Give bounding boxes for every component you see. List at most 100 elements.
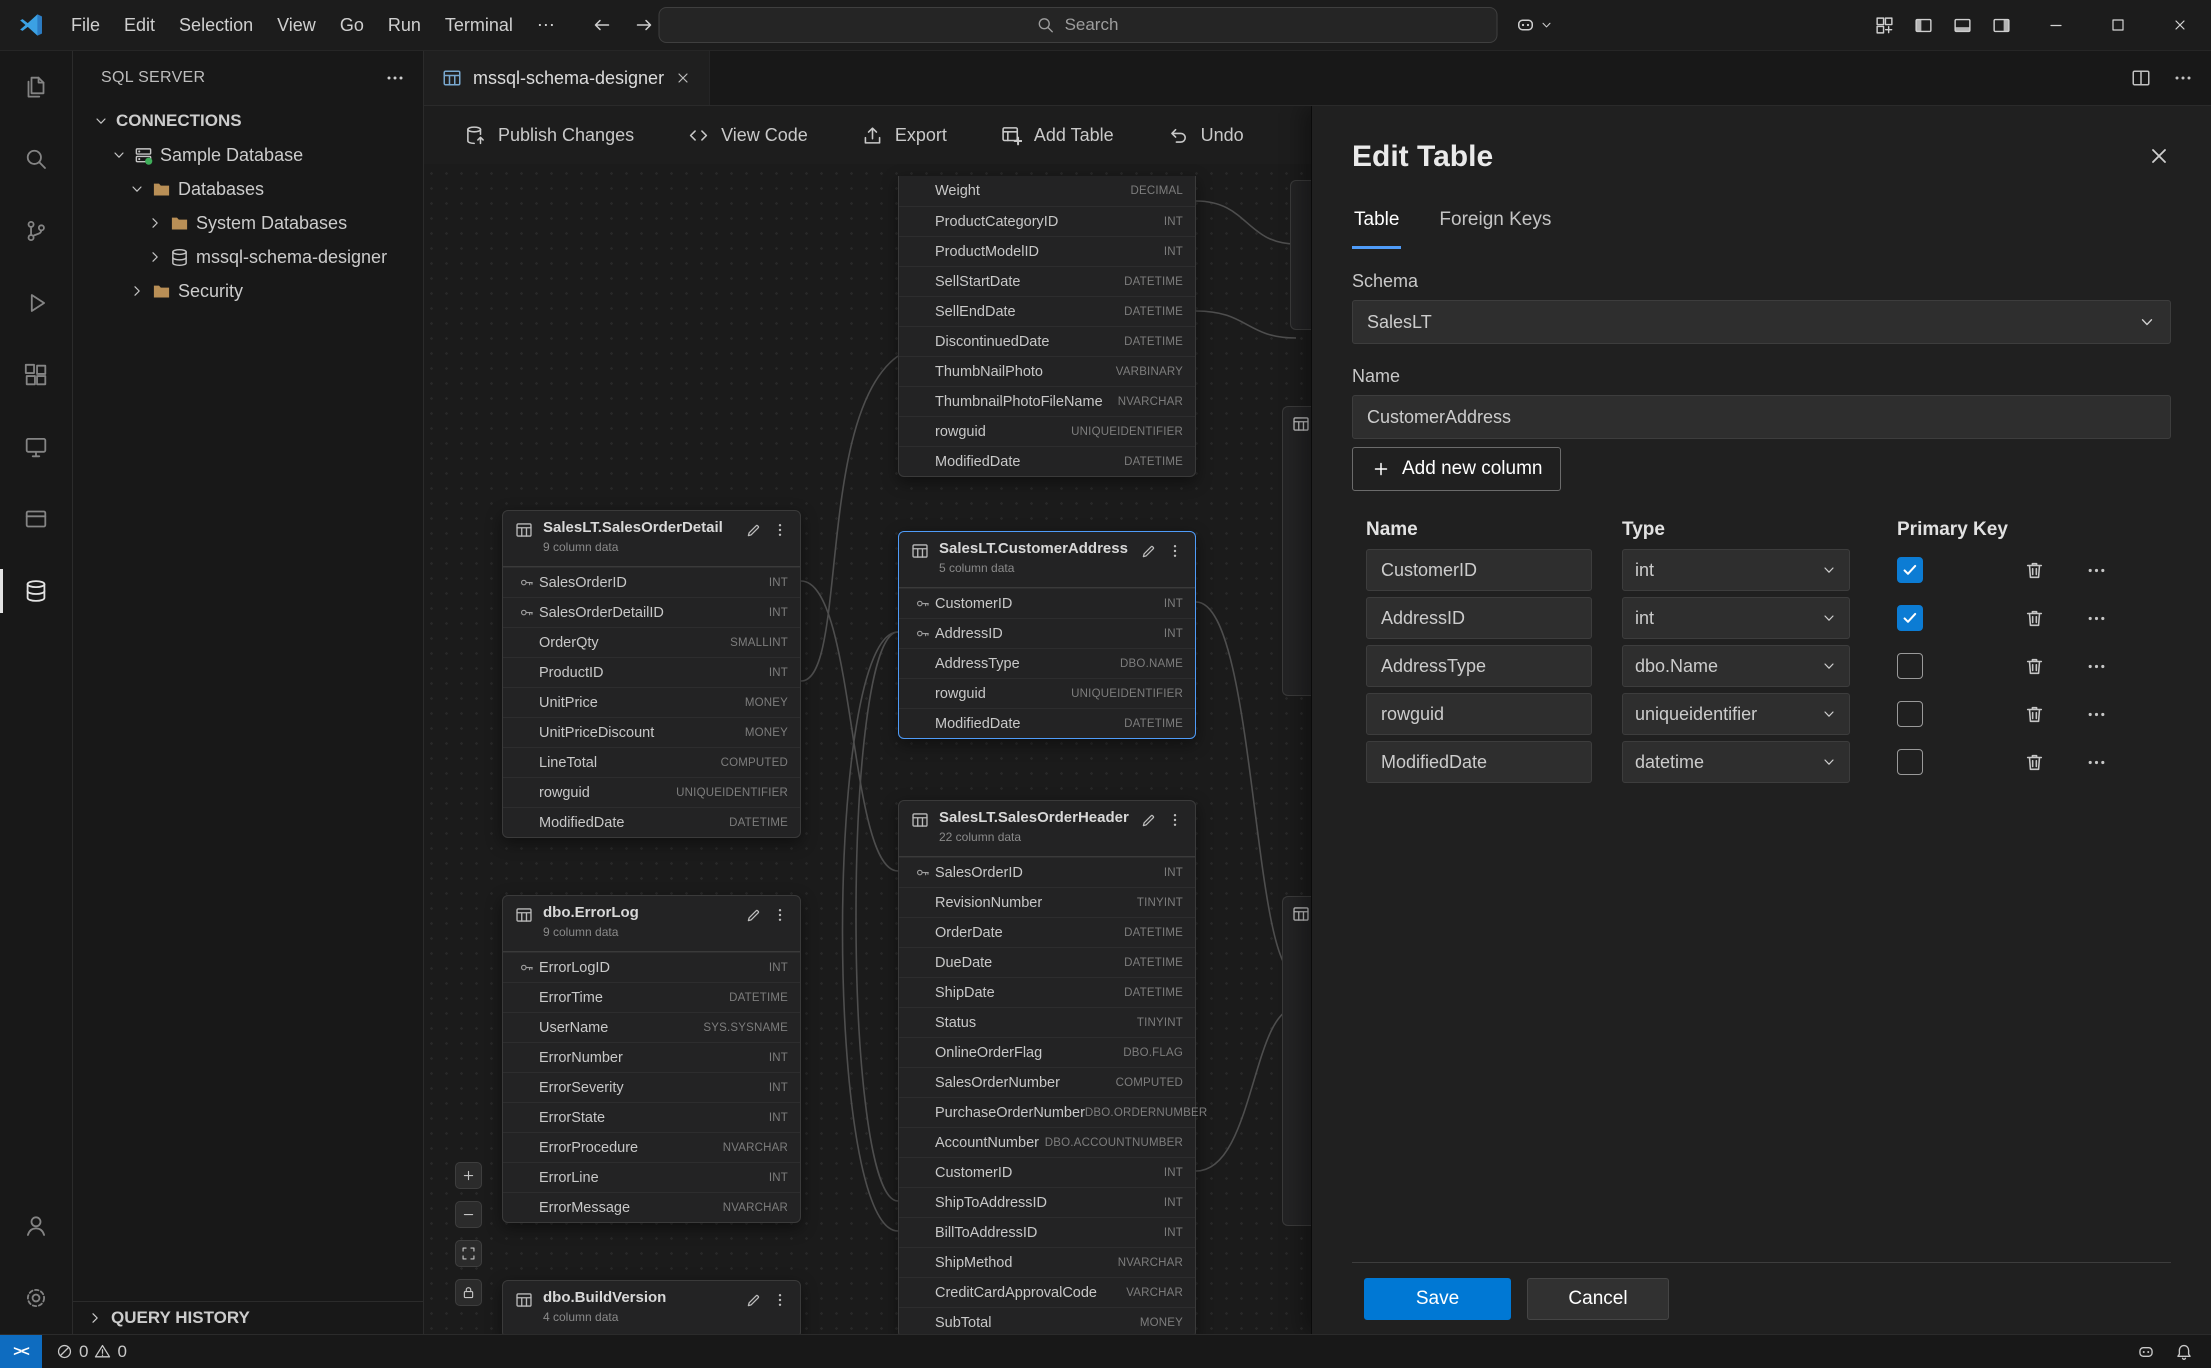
column-row[interactable]: BillToAddressIDINT (899, 1217, 1195, 1247)
activity-explorer[interactable] (0, 51, 72, 123)
column-more-button[interactable] (2081, 603, 2111, 633)
column-row[interactable]: ErrorMessageNVARCHAR (503, 1192, 800, 1222)
column-row[interactable]: CustomerIDINT (899, 1157, 1195, 1187)
column-more-button[interactable] (2081, 555, 2111, 585)
minimize-button[interactable] (2025, 0, 2087, 51)
column-more-button[interactable] (2081, 699, 2111, 729)
table-menu-icon[interactable] (772, 907, 788, 923)
column-row[interactable]: AddressTypeDBO.NAME (899, 648, 1195, 678)
toolbar-publish-changes[interactable]: Publish Changes (465, 125, 634, 146)
column-name-input[interactable] (1366, 597, 1592, 639)
column-row[interactable]: SalesOrderNumberCOMPUTED (899, 1067, 1195, 1097)
column-name-input[interactable] (1366, 741, 1592, 783)
column-type-select[interactable]: uniqueidentifier (1622, 693, 1850, 735)
column-row[interactable]: PurchaseOrderNumberDBO.ORDERNUMBER (899, 1097, 1195, 1127)
column-row[interactable]: AddressIDINT (899, 618, 1195, 648)
primary-key-checkbox[interactable] (1897, 653, 1923, 679)
column-row[interactable]: rowguidUNIQUEIDENTIFIER (899, 678, 1195, 708)
delete-column-button[interactable] (2019, 603, 2049, 633)
table-node-sales-order-detail[interactable]: SalesLT.SalesOrderDetail9 column dataSal… (502, 510, 801, 838)
save-button[interactable]: Save (1364, 1278, 1511, 1320)
schema-select[interactable]: SalesLT (1352, 300, 2171, 344)
column-type-select[interactable]: int (1622, 549, 1850, 591)
column-row[interactable]: SalesOrderIDINT (503, 567, 800, 597)
ellipsis-h-icon[interactable] (2173, 68, 2193, 88)
lock-button[interactable] (455, 1279, 482, 1306)
primary-key-checkbox[interactable] (1897, 749, 1923, 775)
zoom-out-button[interactable] (455, 1201, 482, 1228)
column-row[interactable]: ThumbnailPhotoFileNameNVARCHAR (899, 386, 1195, 416)
toolbar-view-code[interactable]: View Code (688, 125, 808, 146)
close-button[interactable] (2149, 0, 2211, 51)
customize-layout-icon[interactable] (1875, 16, 1894, 35)
column-type-select[interactable]: dbo.Name (1622, 645, 1850, 687)
column-row[interactable]: CustomerIDINT (899, 588, 1195, 618)
activity-extensions[interactable] (0, 339, 72, 411)
menu-edit[interactable]: Edit (113, 8, 166, 43)
table-node-customer-address[interactable]: SalesLT.CustomerAddress5 column dataCust… (898, 531, 1196, 739)
toolbar-export[interactable]: Export (862, 125, 947, 146)
sidebar-right-icon[interactable] (1992, 16, 2011, 35)
delete-column-button[interactable] (2019, 747, 2049, 777)
edit-table-icon[interactable] (745, 907, 762, 924)
table-menu-icon[interactable] (1167, 543, 1183, 559)
table-menu-icon[interactable] (772, 522, 788, 538)
copilot-icon[interactable] (2137, 1343, 2155, 1361)
activity-run-and-debug[interactable] (0, 267, 72, 339)
column-row[interactable]: ErrorLogIDINT (503, 952, 800, 982)
split-editor-icon[interactable] (2131, 68, 2151, 88)
menu-go[interactable]: Go (329, 8, 375, 43)
menu-file[interactable]: File (60, 8, 111, 43)
edit-table-icon[interactable] (1140, 812, 1157, 829)
column-row[interactable]: ErrorLineINT (503, 1162, 800, 1192)
table-node-error-log[interactable]: dbo.ErrorLog9 column dataErrorLogIDINTEr… (502, 895, 801, 1223)
table-node-header[interactable]: SalesLT.CustomerAddress5 column data (899, 532, 1195, 588)
activity-search[interactable] (0, 123, 72, 195)
column-row[interactable]: CreditCardApprovalCodeVARCHAR (899, 1277, 1195, 1307)
column-row[interactable]: ModifiedDateDATETIME (503, 807, 800, 837)
activity-settings[interactable] (0, 1262, 72, 1334)
primary-key-checkbox[interactable] (1897, 701, 1923, 727)
column-row[interactable]: SubTotalMONEY (899, 1307, 1195, 1334)
column-row[interactable]: DiscontinuedDateDATETIME (899, 326, 1195, 356)
delete-column-button[interactable] (2019, 699, 2049, 729)
primary-key-checkbox[interactable] (1897, 557, 1923, 583)
column-name-input[interactable] (1366, 693, 1592, 735)
activity-live-preview[interactable] (0, 483, 72, 555)
column-row[interactable]: rowguidUNIQUEIDENTIFIER (899, 416, 1195, 446)
back-icon[interactable] (592, 15, 612, 35)
column-name-input[interactable] (1366, 549, 1592, 591)
column-row[interactable]: ShipToAddressIDINT (899, 1187, 1195, 1217)
tree-item-connections[interactable]: CONNECTIONS (73, 104, 423, 138)
panel-tab-foreign-keys[interactable]: Foreign Keys (1437, 209, 1553, 249)
edit-table-icon[interactable] (1140, 543, 1157, 560)
column-row[interactable]: ErrorProcedureNVARCHAR (503, 1132, 800, 1162)
column-more-button[interactable] (2081, 747, 2111, 777)
menu-more[interactable]: ⋯ (526, 8, 566, 43)
tab-mssql-schema-designer[interactable]: mssql-schema-designer (424, 51, 710, 105)
table-node-build-version[interactable]: dbo.BuildVersion4 column data (502, 1280, 801, 1334)
column-row[interactable]: ProductCategoryIDINT (899, 206, 1195, 236)
column-row[interactable]: OnlineOrderFlagDBO.FLAG (899, 1037, 1195, 1067)
toolbar-undo[interactable]: Undo (1168, 125, 1244, 146)
tree-item-system-databases[interactable]: System Databases (73, 206, 423, 240)
tree-item-mssql-schema-designer[interactable]: mssql-schema-designer (73, 240, 423, 274)
menu-selection[interactable]: Selection (168, 8, 264, 43)
fit-view-button[interactable] (455, 1240, 482, 1267)
tree-item-sample-database[interactable]: Sample Database (73, 138, 423, 172)
column-row[interactable]: UnitPriceMONEY (503, 687, 800, 717)
problems-status[interactable]: 0 0 (56, 1342, 127, 1362)
activity-remote-explorer[interactable] (0, 411, 72, 483)
column-row[interactable]: RevisionNumberTINYINT (899, 887, 1195, 917)
tree-item-databases[interactable]: Databases (73, 172, 423, 206)
table-node-product[interactable]: WeightDECIMALProductCategoryIDINTProduct… (898, 176, 1196, 477)
table-menu-icon[interactable] (1167, 812, 1183, 828)
table-name-input[interactable] (1352, 395, 2171, 439)
column-row[interactable]: ModifiedDateDATETIME (899, 446, 1195, 476)
tree-item-security[interactable]: Security (73, 274, 423, 308)
menu-view[interactable]: View (266, 8, 327, 43)
panel-close-button[interactable] (2147, 144, 2171, 171)
column-more-button[interactable] (2081, 651, 2111, 681)
column-row[interactable]: SellEndDateDATETIME (899, 296, 1195, 326)
column-row[interactable]: StatusTINYINT (899, 1007, 1195, 1037)
